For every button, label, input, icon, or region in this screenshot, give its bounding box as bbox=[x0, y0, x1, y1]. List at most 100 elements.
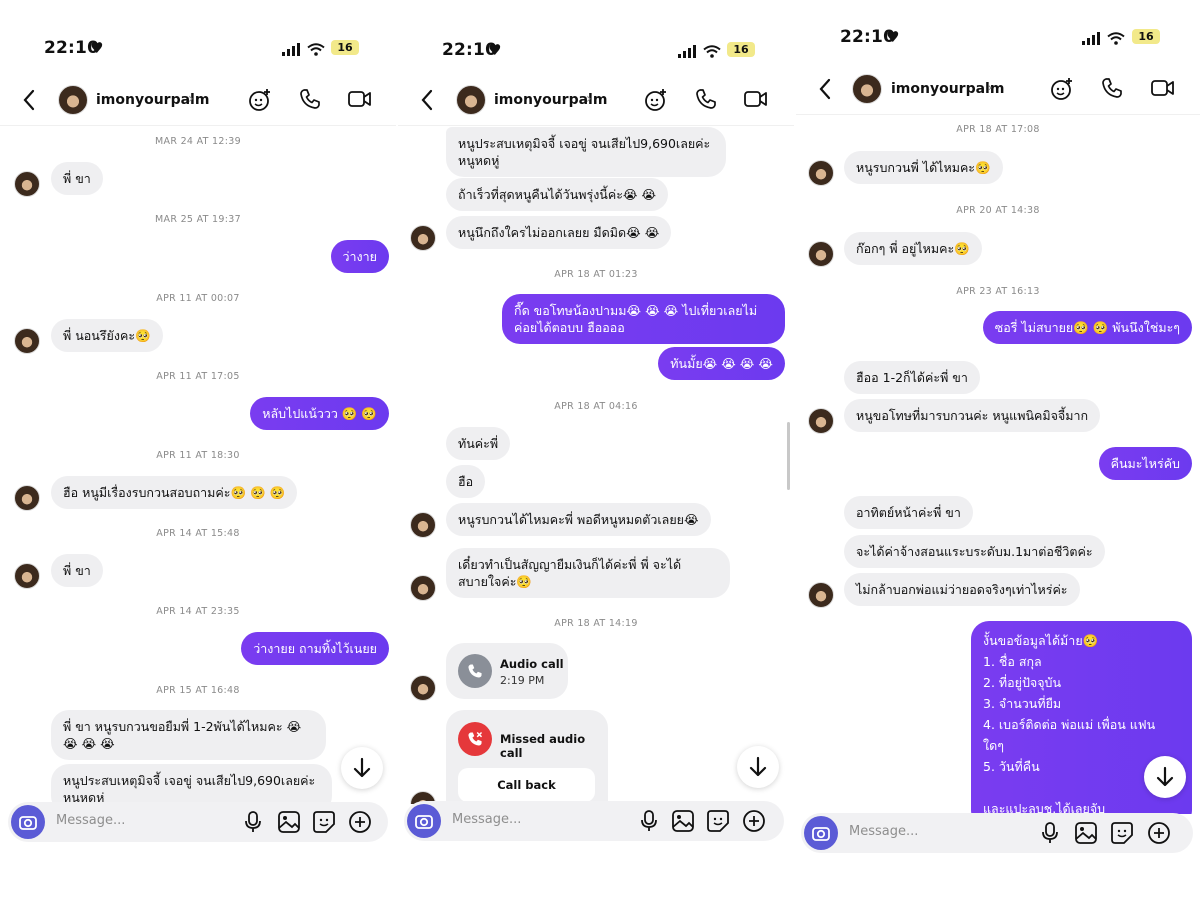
avatar[interactable] bbox=[808, 582, 834, 608]
message-input[interactable]: Message... bbox=[56, 813, 125, 828]
chat-screen-2: 22:10 ♥ 16 imonyourpalm › หนูประสบเหตุมิ… bbox=[398, 0, 794, 900]
incoming-message[interactable]: หนูรบกวนได้ไหมคะพี่ พอดีหนูหมดตัวเลยย😭 bbox=[446, 503, 711, 536]
incoming-message[interactable]: หนูนึกถึงใครไม่ออกเลยย มืดมิด😭 😭 bbox=[446, 216, 672, 249]
avatar[interactable] bbox=[808, 408, 834, 434]
chevron-right-icon[interactable]: › bbox=[188, 91, 194, 107]
avatar[interactable] bbox=[58, 85, 88, 115]
message-list[interactable]: APR 18 AT 17:08 หนูรบกวนพี่ ได้ไหมคะ🥺 AP… bbox=[796, 116, 1200, 814]
chevron-right-icon[interactable]: › bbox=[987, 80, 993, 96]
incoming-message[interactable]: หนูรบกวนพี่ ได้ไหมคะ🥺 bbox=[844, 151, 1003, 184]
camera-button[interactable] bbox=[804, 816, 838, 850]
avatar[interactable] bbox=[808, 241, 834, 267]
avatar[interactable] bbox=[410, 675, 436, 701]
avatar[interactable] bbox=[14, 171, 40, 197]
incoming-message[interactable]: หนูประสบเหตุมิจจี้ เจอขู่ จนเสียไป9,690เ… bbox=[51, 764, 332, 804]
message-list[interactable]: หนูประสบเหตุมิจจี้ เจอขู่ จนเสียไป9,690เ… bbox=[398, 127, 794, 804]
message-list[interactable]: MAR 24 AT 12:39 พี่ ขา MAR 25 AT 19:37 ว… bbox=[0, 127, 396, 804]
message-input[interactable]: Message... bbox=[849, 824, 918, 839]
incoming-message[interactable]: พี่ นอนรึยังคะ🥺 bbox=[51, 319, 163, 352]
camera-button[interactable] bbox=[11, 805, 45, 839]
status-bar: 22:10 ♥ 16 bbox=[0, 38, 396, 68]
outgoing-message[interactable]: ทันมั้ย😭 😭 😭 😭 bbox=[658, 347, 785, 380]
heart-icon: ♥ bbox=[90, 39, 104, 57]
avatar[interactable] bbox=[410, 225, 436, 251]
incoming-message[interactable]: ฮือ หนูมีเรื่องรบกวนสอบถามค่ะ🥺 🥺 🥺 bbox=[51, 476, 298, 509]
sticker-add-icon[interactable] bbox=[248, 88, 272, 116]
incoming-message[interactable]: หนูประสบเหตุมิจจี้ เจอขู่ จนเสียไป9,690เ… bbox=[446, 127, 726, 177]
chat-header: imonyourpalm › bbox=[796, 65, 1200, 115]
incoming-message[interactable]: ไม่กล้าบอกพ่อแม่ว่ายอดจริงๆเท่าไหร่ค่ะ bbox=[844, 573, 1080, 606]
phone-icon bbox=[458, 654, 492, 688]
back-button[interactable] bbox=[420, 89, 434, 115]
add-icon[interactable] bbox=[349, 811, 371, 837]
sticker-icon[interactable] bbox=[1111, 822, 1133, 848]
incoming-message[interactable]: ทันค่ะพี่ bbox=[446, 427, 511, 460]
back-button[interactable] bbox=[818, 78, 832, 104]
avatar[interactable] bbox=[410, 575, 436, 601]
avatar[interactable] bbox=[410, 512, 436, 538]
outgoing-message[interactable]: ว่างายย ถามทิ้งไว้เนยย bbox=[241, 632, 389, 665]
wifi-icon bbox=[703, 43, 721, 62]
incoming-message[interactable]: ฮือ bbox=[446, 465, 486, 498]
scroll-down-button[interactable] bbox=[341, 747, 383, 789]
incoming-message[interactable]: จะได้ค่าจ้างสอนแระบระดับม.1มาต่อชีวิตค่ะ bbox=[844, 535, 1105, 568]
video-call-icon[interactable] bbox=[744, 88, 768, 114]
sticker-icon[interactable] bbox=[313, 811, 335, 837]
incoming-message[interactable]: ถ้าเร็วที่สุดหนูคืนได้วันพรุ่งนี้ค่ะ😭 😭 bbox=[446, 178, 669, 211]
phone-icon[interactable] bbox=[695, 88, 717, 114]
wifi-icon bbox=[307, 41, 325, 60]
avatar[interactable] bbox=[456, 85, 486, 115]
video-call-icon[interactable] bbox=[348, 88, 372, 114]
missed-call-card[interactable]: Missed audio call Call back bbox=[446, 710, 608, 804]
avatar[interactable] bbox=[14, 563, 40, 589]
heart-icon: ♥ bbox=[488, 41, 502, 59]
phone-icon[interactable] bbox=[299, 88, 321, 114]
outgoing-message[interactable]: ว่างาย bbox=[330, 240, 389, 273]
microphone-icon[interactable] bbox=[1041, 822, 1059, 848]
incoming-message[interactable]: เดี๋ยวทำเป็นสัญญายืมเงินก็ได้ค่ะพี่ พี่ … bbox=[446, 548, 730, 598]
avatar[interactable] bbox=[14, 328, 40, 354]
chevron-right-icon[interactable]: › bbox=[586, 91, 592, 107]
gallery-icon[interactable] bbox=[1075, 822, 1097, 848]
gallery-icon[interactable] bbox=[278, 811, 300, 837]
audio-call-card[interactable]: Audio call 2:19 PM bbox=[446, 643, 568, 699]
call-title: Missed audio call bbox=[500, 732, 586, 760]
message-input[interactable]: Message... bbox=[452, 812, 521, 827]
timestamp: APR 18 AT 04:16 bbox=[554, 401, 638, 412]
outgoing-message[interactable]: คืนมะไหร่คับ bbox=[1098, 447, 1192, 480]
incoming-message[interactable]: พี่ ขา หนูรบกวนขอยืมพี่ 1-2พันได้ไหมคะ 😭… bbox=[51, 710, 326, 760]
battery-icon: 16 bbox=[727, 42, 755, 57]
add-icon[interactable] bbox=[743, 810, 765, 836]
incoming-message[interactable]: หนูขอโทษที่มารบกวนค่ะ หนูแพนิคมิจจี้มาก bbox=[844, 399, 1101, 432]
avatar[interactable] bbox=[14, 485, 40, 511]
list-item: 1. ชื่อ สกุล bbox=[983, 654, 1042, 669]
outgoing-message[interactable]: ซอรี่ ไม่สบายย🥺 🥺 พันนึงใช่มะๆ bbox=[982, 311, 1192, 344]
outgoing-message[interactable]: หลับไปแน้ววว 🥺 🥺 bbox=[250, 397, 389, 430]
incoming-message[interactable]: อาทิตย์หน้าค่ะพี่ ขา bbox=[844, 496, 973, 529]
incoming-message[interactable]: พี่ ขา bbox=[51, 554, 103, 587]
scroll-down-button[interactable] bbox=[1144, 756, 1186, 798]
add-icon[interactable] bbox=[1148, 822, 1170, 848]
chat-screen-3: 22:10 ♥ 16 imonyourpalm › APR 18 AT 17:0… bbox=[796, 0, 1200, 900]
avatar[interactable] bbox=[852, 74, 882, 104]
incoming-message[interactable]: ก๊อกๆ พี่ อยู่ไหมคะ🥺 bbox=[844, 232, 982, 265]
scroll-down-button[interactable] bbox=[737, 746, 779, 788]
incoming-message[interactable]: พี่ ขา bbox=[51, 162, 103, 195]
gallery-icon[interactable] bbox=[672, 810, 694, 836]
avatar[interactable] bbox=[808, 160, 834, 186]
scrollbar[interactable] bbox=[787, 422, 790, 490]
video-call-icon[interactable] bbox=[1151, 77, 1175, 103]
sticker-icon[interactable] bbox=[707, 810, 729, 836]
sticker-add-icon[interactable] bbox=[1050, 77, 1074, 105]
phone-icon[interactable] bbox=[1101, 77, 1123, 103]
list-outro: และแปะลบช.ได้เลยจับ bbox=[983, 801, 1106, 814]
incoming-message[interactable]: ฮืออ 1-2ก็ได้ค่ะพี่ ขา bbox=[844, 361, 980, 394]
outgoing-message[interactable]: กี๊ด ขอโทษน้องปามม😭 😭 😭 ไปเที่ยวเลยไม่ค่… bbox=[502, 294, 785, 344]
back-button[interactable] bbox=[22, 89, 36, 115]
call-back-button[interactable]: Call back bbox=[458, 768, 595, 802]
microphone-icon[interactable] bbox=[244, 811, 262, 837]
signal-icon bbox=[282, 41, 302, 60]
microphone-icon[interactable] bbox=[640, 810, 658, 836]
camera-button[interactable] bbox=[407, 804, 441, 838]
sticker-add-icon[interactable] bbox=[644, 88, 668, 116]
